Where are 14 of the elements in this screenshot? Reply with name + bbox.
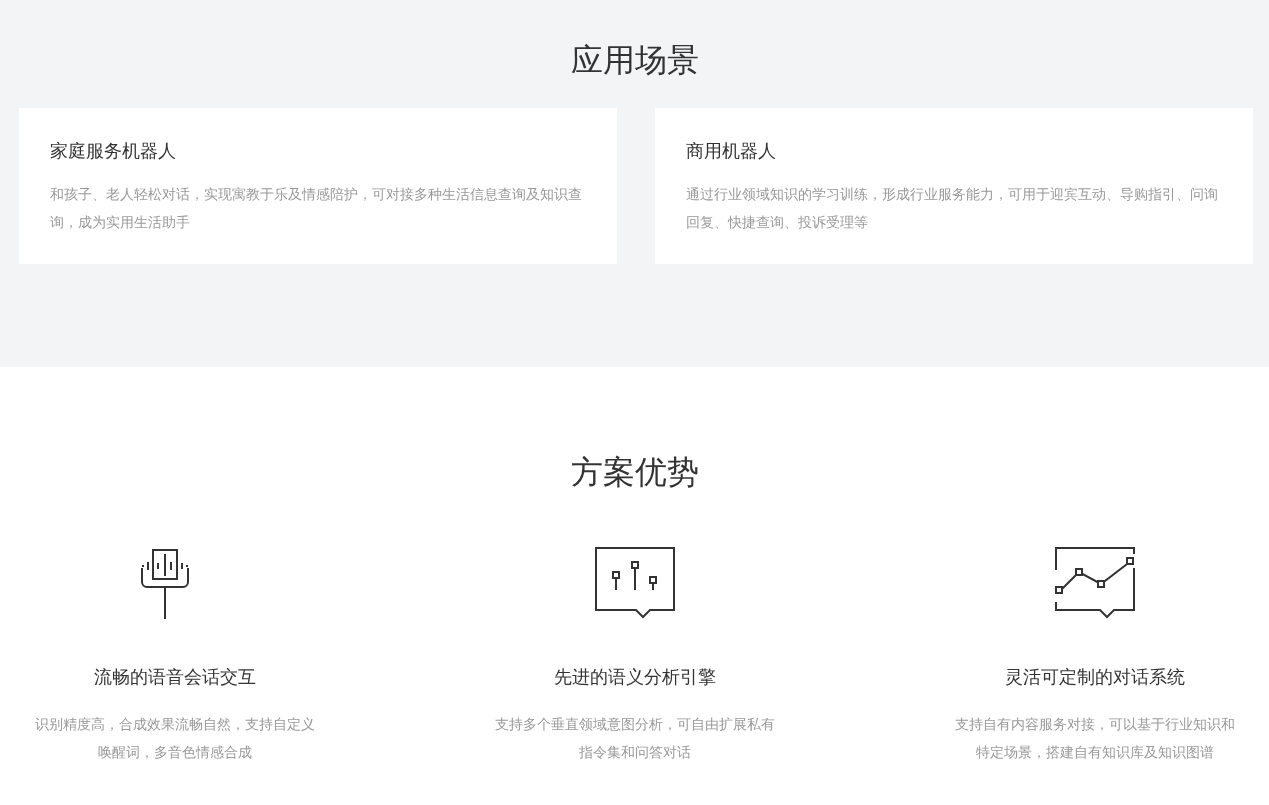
feature-description: 识别精度高，合成效果流畅自然，支持自定义唤醒词，多音色情感合成 xyxy=(34,715,316,762)
card-title: 商用机器人 xyxy=(686,139,777,163)
card-title: 家庭服务机器人 xyxy=(50,139,177,163)
speech-bubble-sliders-icon xyxy=(594,546,676,620)
feature-description: 支持多个垂直领域意图分析，可自由扩展私有指令集和问答对话 xyxy=(494,715,776,762)
feature-title: 灵活可定制的对话系统 xyxy=(1005,665,1185,689)
card-description: 通过行业领域知识的学习训练，形成行业服务能力，可用于迎宾互动、导购指引、问询回复、快捷查询、投诉受理等 xyxy=(686,185,1219,232)
section-title: 应用场景 xyxy=(569,40,700,81)
feature-title: 先进的语义分析引擎 xyxy=(554,665,716,689)
feature-description: 支持自有内容服务对接，可以基于行业知识和特定场景，搭建自有知识库及知识图谱 xyxy=(954,715,1236,762)
feature-title: 流畅的语音会话交互 xyxy=(94,665,256,689)
section-title: 方案优势 xyxy=(569,452,700,493)
speech-bubble-line-chart-icon xyxy=(1054,546,1136,620)
card-description: 和孩子、老人轻松对话，实现寓教于乐及情感陪护，可对接多种生活信息查询及知识查询，成为实用生活助手 xyxy=(50,185,583,232)
